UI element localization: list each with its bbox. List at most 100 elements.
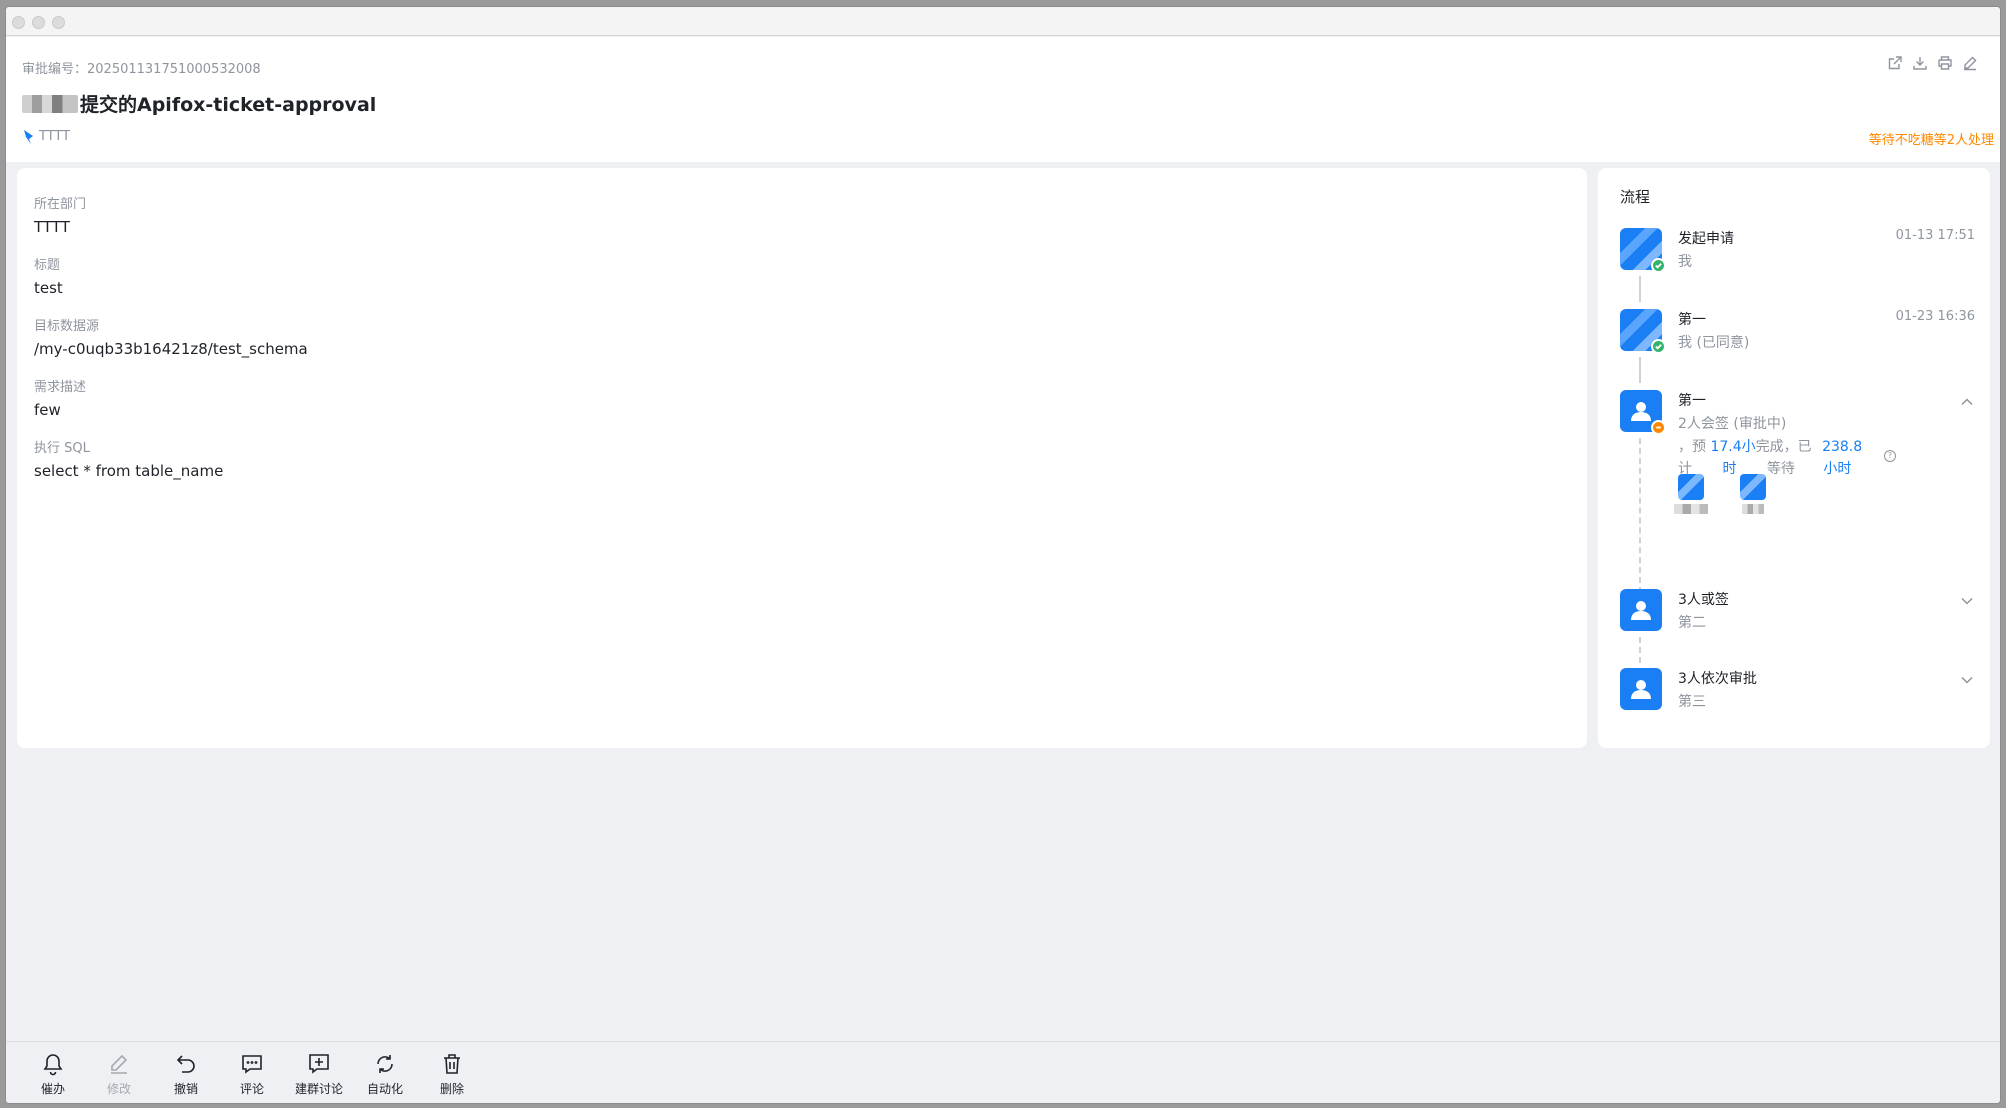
bottom-toolbar: 催办 修改 撤销 评论 建群讨论 自动化 删除: [6, 1041, 2000, 1103]
app-window: 审批编号：202501131751000532008 提交的Apifox-tic…: [5, 6, 2001, 1104]
window-close-button[interactable]: [12, 16, 25, 29]
node-sub: 2人会签 (审批中): [1678, 416, 1787, 432]
node-sub: 第二: [1678, 615, 1706, 631]
field-description: 需求描述 few: [34, 376, 86, 419]
remind-label: 催办: [40, 1082, 65, 1096]
node-sub: 第三: [1678, 694, 1706, 710]
estimate-text-part: 完成，已: [1755, 439, 1812, 455]
estimate-text-part: ，预: [1678, 439, 1706, 455]
bookmark-icon: [24, 129, 33, 144]
avatar: [1620, 390, 1666, 435]
field-value: /my-c0uqb33b16421z8/test_schema: [34, 340, 308, 358]
check-icon: [1651, 339, 1666, 354]
approval-number: 审批编号：202501131751000532008: [22, 62, 261, 77]
group-discuss-label: 建群讨论: [294, 1082, 343, 1096]
remind-button[interactable]: 催办: [28, 1052, 78, 1097]
field-label: 所在部门: [34, 197, 87, 212]
edit-icon[interactable]: [1962, 55, 1978, 71]
comment-icon: [242, 1055, 262, 1074]
pencil-icon: [111, 1054, 128, 1074]
header-actions: [1887, 55, 1978, 71]
group-chat-icon: [309, 1054, 329, 1074]
pending-icon: [1651, 420, 1666, 435]
submitter-name-blurred: [22, 94, 78, 113]
flow-card: 流程 发起申请 我 01-13 17:51 第一 我 (已同意) 01-23 1…: [1598, 168, 1990, 748]
comment-button[interactable]: 评论: [227, 1052, 277, 1097]
field-datasource: 目标数据源 /my-c0uqb33b16421z8/test_schema: [34, 315, 308, 358]
approver-name-blurred: [1674, 504, 1708, 514]
status-text: 等待不吃糖等2人处理: [1868, 133, 1994, 148]
download-icon[interactable]: [1912, 55, 1928, 71]
estimate-text-part: 等待: [1766, 461, 1795, 477]
automation-label: 自动化: [366, 1082, 403, 1096]
avatar: [1620, 309, 1666, 354]
estimate-unit: 时: [1722, 461, 1737, 477]
print-icon[interactable]: [1937, 55, 1953, 71]
page-title: 提交的Apifox-ticket-approval: [80, 94, 377, 116]
field-value: select * from table_name: [34, 462, 224, 480]
group-discuss-button[interactable]: 建群讨论: [294, 1052, 344, 1097]
delete-button[interactable]: 删除: [427, 1052, 477, 1097]
estimate-value: 17.4小: [1710, 439, 1756, 455]
node-name: 第一: [1678, 393, 1706, 409]
flow-connector: [1639, 357, 1641, 383]
field-value: test: [34, 279, 63, 297]
field-label: 标题: [34, 258, 61, 273]
chevron-up-icon[interactable]: [1960, 394, 1974, 408]
chevron-down-icon[interactable]: [1960, 593, 1974, 607]
approver-avatar[interactable]: [1740, 474, 1766, 500]
user-icon: [1631, 402, 1651, 421]
department-tag: TTTT: [24, 129, 70, 144]
refresh-icon: [377, 1055, 393, 1073]
avatar: [1620, 589, 1662, 631]
estimate-text: ，预 17.4小完成，已 238.8 计 时 等待 小时: [1678, 436, 1890, 480]
edit-button[interactable]: 修改: [94, 1052, 144, 1097]
revoke-button[interactable]: 撤销: [161, 1052, 211, 1097]
waiting-unit: 小时: [1823, 461, 1852, 477]
title-row: 提交的Apifox-ticket-approval: [22, 90, 376, 117]
flow-title: 流程: [1620, 188, 1651, 206]
field-label: 目标数据源: [34, 319, 100, 334]
field-department: 所在部门 TTTT: [34, 193, 86, 236]
title-bar: [6, 7, 2000, 36]
user-icon: [1631, 601, 1651, 620]
help-icon[interactable]: ?: [1884, 450, 1896, 462]
field-value: few: [34, 401, 61, 419]
avatar: [1620, 228, 1666, 273]
department-text: TTTT: [39, 129, 71, 144]
revoke-label: 撤销: [173, 1082, 198, 1096]
bell-icon: [43, 1054, 63, 1076]
automation-button[interactable]: 自动化: [360, 1052, 410, 1097]
chevron-down-icon[interactable]: [1960, 672, 1974, 686]
node-sub: 我 (已同意): [1678, 335, 1750, 351]
node-time: 01-13 17:51: [1895, 228, 1975, 243]
approver-name-blurred: [1742, 504, 1764, 514]
share-icon[interactable]: [1887, 55, 1903, 71]
field-value: TTTT: [34, 218, 70, 236]
node-time: 01-23 16:36: [1895, 309, 1975, 324]
flow-connector: [1639, 438, 1641, 593]
avatar: [1620, 668, 1662, 710]
waiting-value: 238.8: [1822, 439, 1863, 455]
edit-label: 修改: [106, 1082, 131, 1096]
field-title: 标题 test: [34, 254, 63, 297]
trash-icon: [444, 1054, 460, 1074]
node-name: 3人或签: [1678, 592, 1729, 608]
node-name: 3人依次审批: [1678, 671, 1757, 687]
undo-icon: [176, 1055, 195, 1073]
window-minimize-button[interactable]: [32, 16, 45, 29]
user-icon: [1631, 680, 1651, 699]
node-name: 发起申请: [1678, 231, 1734, 247]
field-sql: 执行 SQL select * from table_name: [34, 437, 223, 480]
approver-avatar[interactable]: [1678, 474, 1704, 500]
flow-connector: [1639, 637, 1641, 663]
field-label: 执行 SQL: [34, 441, 90, 456]
flow-connector: [1639, 276, 1641, 302]
node-name: 第一: [1678, 312, 1706, 328]
check-icon: [1651, 258, 1666, 273]
delete-label: 删除: [439, 1082, 464, 1096]
comment-label: 评论: [239, 1082, 264, 1096]
field-label: 需求描述: [34, 380, 87, 395]
window-zoom-button[interactable]: [52, 16, 65, 29]
approval-header: 审批编号：202501131751000532008 提交的Apifox-tic…: [6, 37, 2000, 162]
